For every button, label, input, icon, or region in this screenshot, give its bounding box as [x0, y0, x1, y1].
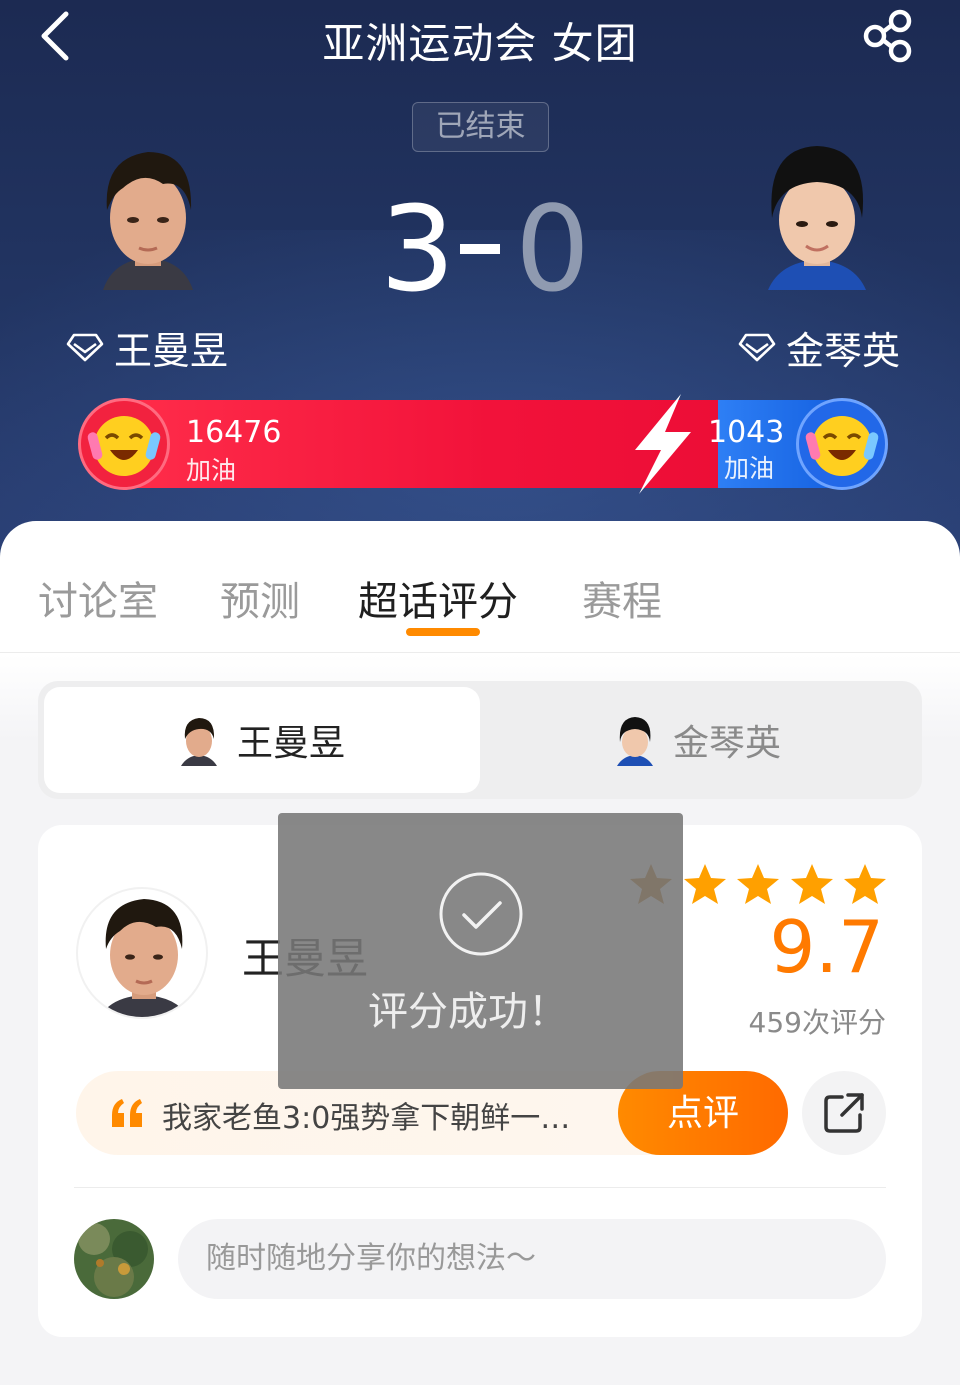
star-icon[interactable]	[735, 861, 781, 907]
home-player[interactable]: 王曼昱	[66, 322, 229, 373]
player-tab-home-label: 王曼昱	[236, 723, 345, 764]
away-player-name: 金琴英	[786, 328, 901, 373]
active-tab-indicator	[406, 628, 480, 636]
tab-prediction[interactable]: 预测	[220, 569, 300, 627]
diamond-icon	[738, 333, 776, 362]
user-avatar[interactable]	[74, 1219, 154, 1299]
comment-text: 我家老鱼3:0强势拿下朝鲜一…	[162, 1101, 571, 1136]
external-share-icon	[824, 1093, 864, 1133]
tab-bar: 讨论室 预测 超话评分 赛程	[0, 521, 960, 653]
player-switcher: 王曼昱 金琴英	[38, 681, 922, 799]
away-cheer-label: 加油	[724, 454, 775, 483]
star-icon[interactable]	[842, 861, 888, 907]
home-player-avatar	[180, 718, 217, 766]
match-header: 亚洲运动会 女团 已结束 3 0 王曼昱 金琴英 16476 加油 1043 加…	[0, 0, 960, 560]
player-tab-home[interactable]: 王曼昱	[44, 687, 480, 793]
away-player[interactable]: 金琴英	[738, 322, 901, 373]
player-avatar	[76, 887, 208, 1019]
tab-discussion[interactable]: 讨论室	[38, 569, 158, 627]
rating-count: 459次评分	[748, 1006, 886, 1039]
tab-rating[interactable]: 超话评分	[358, 569, 518, 627]
cheer-bar: 16476 加油 1043 加油	[78, 394, 888, 494]
divider	[74, 1187, 886, 1188]
home-player-photo	[103, 152, 193, 290]
match-status-badge: 已结束	[412, 102, 549, 152]
away-player-avatar	[616, 717, 653, 766]
home-cheer-button[interactable]	[78, 398, 170, 490]
home-cheer-count: 16476	[186, 415, 282, 450]
page-title: 亚洲运动会 女团	[322, 19, 638, 68]
player-tab-away-label: 金琴英	[672, 723, 781, 764]
away-cheer-button[interactable]	[796, 398, 888, 490]
star-icon[interactable]	[789, 861, 835, 907]
rating-score: 9.7	[769, 905, 884, 989]
star-icon[interactable]	[682, 861, 728, 907]
home-player-name: 王曼昱	[114, 328, 229, 373]
toast-message: 评分成功！	[368, 989, 568, 1035]
tab-schedule[interactable]: 赛程	[582, 569, 662, 627]
diamond-icon	[66, 333, 104, 362]
cheer-emoji-icon	[87, 416, 161, 476]
away-score: 0	[515, 180, 591, 318]
success-toast: 评分成功！	[278, 813, 683, 1089]
lightning-icon	[635, 394, 691, 494]
player-tab-away[interactable]: 金琴英	[480, 687, 916, 793]
share-rating-button[interactable]	[802, 1071, 886, 1155]
away-cheer-count: 1043	[708, 415, 785, 450]
share-icon[interactable]	[860, 8, 918, 64]
home-score: 3	[380, 180, 456, 318]
thought-input[interactable]: 随时随地分享你的想法～	[178, 1219, 886, 1299]
check-circle-icon	[439, 872, 523, 956]
home-cheer-label: 加油	[186, 456, 237, 485]
cheer-emoji-icon	[805, 416, 879, 476]
score-separator	[460, 244, 500, 254]
quote-icon	[112, 1099, 142, 1127]
away-player-photo	[768, 146, 866, 290]
